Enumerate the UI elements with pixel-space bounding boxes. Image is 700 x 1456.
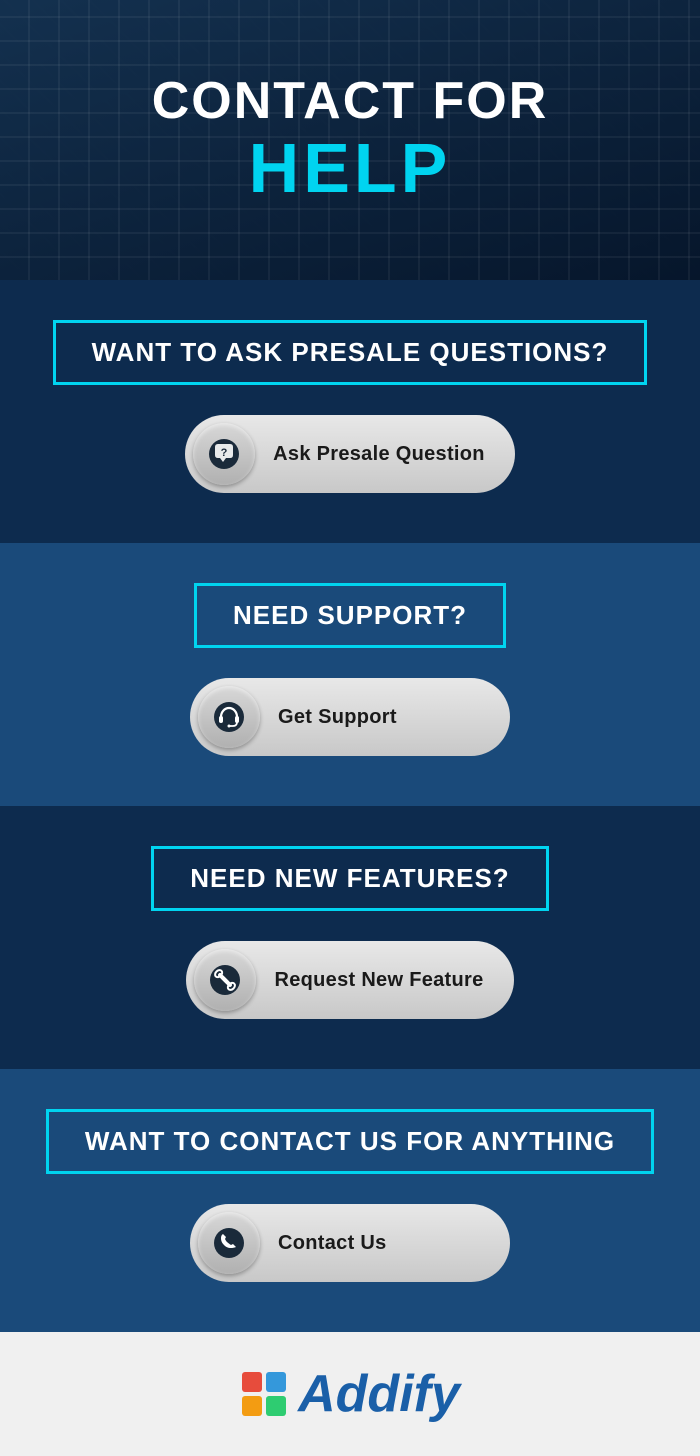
ask-presale-button[interactable]: ? Ask Presale Question (185, 415, 515, 493)
presale-heading-box: WANT TO ASK PRESALE QUESTIONS? (53, 320, 648, 385)
chat-question-icon: ? (193, 423, 255, 485)
contact-heading-box: WANT TO CONTACT US FOR ANYTHING (46, 1109, 654, 1174)
section-contact: WANT TO CONTACT US FOR ANYTHING Contact … (0, 1069, 700, 1332)
request-feature-button[interactable]: Request New Feature (186, 941, 513, 1019)
presale-heading: WANT TO ASK PRESALE QUESTIONS? (92, 337, 609, 367)
section-features: NEED NEW FEATURES? Request New Feature (0, 806, 700, 1069)
section-presale: WANT TO ASK PRESALE QUESTIONS? ? Ask Pre… (0, 280, 700, 543)
addify-logo-text: Addify (298, 1364, 460, 1424)
contact-us-button[interactable]: Contact Us (190, 1204, 510, 1282)
get-support-label: Get Support (278, 706, 397, 729)
headset-icon (198, 686, 260, 748)
hero-line2: HELP (152, 130, 549, 207)
request-feature-label: Request New Feature (274, 969, 483, 992)
section-support: NEED SUPPORT? Get Support (0, 543, 700, 806)
hero-title: CONTACT FOR HELP (152, 73, 549, 207)
ask-presale-label: Ask Presale Question (273, 443, 485, 466)
contact-heading: WANT TO CONTACT US FOR ANYTHING (85, 1126, 615, 1156)
phone-icon (198, 1212, 260, 1274)
contact-us-label: Contact Us (278, 1232, 387, 1255)
wrench-icon (194, 949, 256, 1011)
svg-text:?: ? (221, 447, 228, 459)
support-heading: NEED SUPPORT? (233, 600, 467, 630)
hero-section: CONTACT FOR HELP (0, 0, 700, 280)
support-heading-box: NEED SUPPORT? (194, 583, 506, 648)
addify-logo-icon (240, 1370, 288, 1418)
features-heading-box: NEED NEW FEATURES? (151, 846, 548, 911)
logo: Addify (240, 1364, 460, 1424)
features-heading: NEED NEW FEATURES? (190, 863, 509, 893)
hero-line1: CONTACT FOR (152, 73, 549, 130)
footer: Addify (0, 1332, 700, 1456)
get-support-button[interactable]: Get Support (190, 678, 510, 756)
